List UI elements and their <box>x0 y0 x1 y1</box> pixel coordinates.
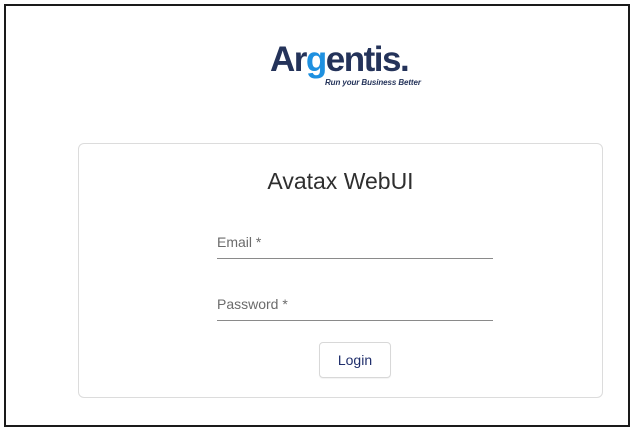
logo-wordmark: Argentis. <box>270 40 410 79</box>
login-card: Avatax WebUI Email * Password * Login <box>78 143 603 398</box>
email-label: Email * <box>217 234 262 250</box>
logo-tagline: Run your Business Better <box>325 78 421 87</box>
password-field[interactable]: Password * <box>217 292 493 321</box>
email-field[interactable]: Email * <box>217 230 493 259</box>
password-label: Password * <box>217 296 288 312</box>
login-button[interactable]: Login <box>319 342 391 378</box>
window-frame: Argentis. Run your Business Better Avata… <box>4 4 630 427</box>
argentis-logo: Argentis. Run your Business Better <box>270 40 450 90</box>
page-title: Avatax WebUI <box>267 168 414 194</box>
